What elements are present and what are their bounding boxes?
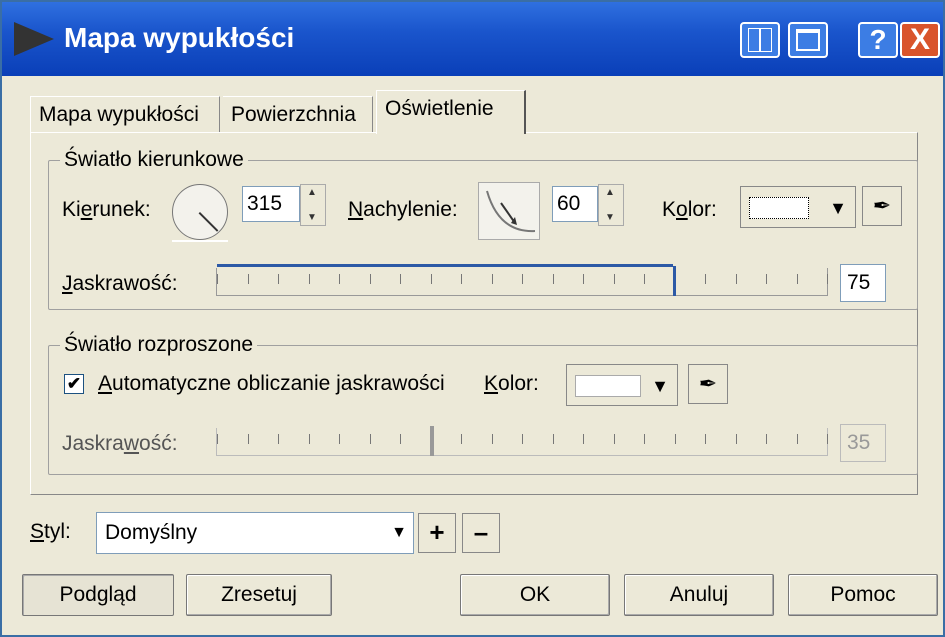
direction-spinner[interactable] xyxy=(300,184,326,226)
directional-brightness-thumb[interactable] xyxy=(673,266,676,296)
tilt-spinner[interactable] xyxy=(598,184,624,226)
slider-tick xyxy=(827,434,828,444)
direction-dial-underline xyxy=(172,240,228,242)
slider-tick xyxy=(217,274,218,284)
close-button[interactable]: X xyxy=(900,22,940,58)
slider-tick xyxy=(339,274,340,284)
ok-button[interactable]: OK xyxy=(460,574,610,616)
slider-tick xyxy=(735,434,737,444)
slider-tick xyxy=(522,434,523,444)
slider-tick xyxy=(247,274,249,284)
slider-tick xyxy=(400,274,401,284)
diffuse-brightness-value: 35 xyxy=(840,424,886,462)
direction-label: Kierunek: xyxy=(62,198,151,221)
slider-tick xyxy=(583,434,584,444)
slider-tick xyxy=(552,434,554,444)
diffuse-light-legend: Światło rozproszone xyxy=(60,333,258,357)
slider-tick xyxy=(369,434,371,444)
slider-tick xyxy=(247,434,249,444)
directional-brightness-ticks xyxy=(217,274,828,284)
style-selected-value: Domyślny xyxy=(105,521,198,544)
slider-tick xyxy=(400,434,401,444)
auto-brightness-checkbox[interactable]: ✔ xyxy=(64,374,84,394)
help-button[interactable]: ? xyxy=(858,22,898,58)
help-dialog-button[interactable]: Pomoc xyxy=(788,574,938,616)
slider-tick xyxy=(430,274,432,284)
cancel-button[interactable]: Anuluj xyxy=(624,574,774,616)
slider-tick xyxy=(796,434,798,444)
slider-tick xyxy=(278,274,279,284)
style-label: Styl: xyxy=(30,520,71,543)
diffuse-brightness-slider[interactable] xyxy=(216,426,828,456)
directional-brightness-value[interactable]: 75 xyxy=(840,264,886,302)
slider-tick xyxy=(339,434,340,444)
slider-tick xyxy=(674,434,676,444)
diffuse-color-dropdown[interactable]: ▼ xyxy=(566,364,678,406)
slider-tick xyxy=(766,274,767,284)
add-style-button[interactable]: + xyxy=(418,513,456,553)
slider-tick xyxy=(644,274,645,284)
slider-tick xyxy=(308,274,310,284)
slider-tick xyxy=(827,274,828,284)
preview-button[interactable]: Podgląd xyxy=(22,574,174,616)
slider-tick xyxy=(613,434,615,444)
slider-tick xyxy=(766,434,767,444)
direction-input[interactable]: 315 xyxy=(242,186,300,222)
chevron-down-icon: ▼ xyxy=(391,524,407,541)
slider-tick xyxy=(461,274,462,284)
auto-brightness-label: Automatyczne obliczanie jaskrawości xyxy=(98,372,445,395)
tilt-label: Nachylenie: xyxy=(348,198,458,221)
slider-tick xyxy=(552,274,554,284)
eyedropper-icon[interactable]: ✒ xyxy=(862,186,902,226)
directional-color-dropdown[interactable]: ▼ xyxy=(740,186,856,228)
directional-brightness-fill xyxy=(217,264,673,267)
directional-brightness-slider[interactable] xyxy=(216,264,828,296)
diffuse-brightness-ticks xyxy=(217,434,828,444)
diffuse-brightness-thumb[interactable] xyxy=(429,426,434,456)
tab-lighting[interactable]: Oświetlenie xyxy=(376,90,526,134)
directional-color-label: Kolor: xyxy=(662,198,717,221)
slider-tick xyxy=(583,274,584,284)
slider-tick xyxy=(308,434,310,444)
slider-tick xyxy=(705,274,706,284)
diffuse-brightness-label: Jaskrawość: xyxy=(62,432,178,455)
diffuse-color-label: Kolor: xyxy=(484,372,539,395)
chevron-down-icon: ▼ xyxy=(829,198,847,218)
slider-tick xyxy=(491,434,493,444)
reset-button[interactable]: Zresetuj xyxy=(186,574,332,616)
direction-dial[interactable] xyxy=(172,184,228,240)
directional-color-swatch xyxy=(749,197,809,219)
style-select[interactable]: Domyślny ▼ xyxy=(96,512,414,554)
slider-tick xyxy=(735,274,737,284)
slider-tick xyxy=(461,434,462,444)
slider-tick xyxy=(613,274,615,284)
title-bar: Mapa wypukłości ? X xyxy=(2,2,943,76)
slider-tick xyxy=(796,274,798,284)
slider-tick xyxy=(705,434,706,444)
split-view-icon[interactable] xyxy=(740,22,780,58)
slider-tick xyxy=(491,274,493,284)
slider-tick xyxy=(278,434,279,444)
tab-bump-map[interactable]: Mapa wypukłości xyxy=(30,96,220,132)
maximize-icon[interactable] xyxy=(788,22,828,58)
slider-tick xyxy=(217,434,218,444)
tab-surface[interactable]: Powierzchnia xyxy=(223,96,373,132)
chevron-down-icon: ▼ xyxy=(651,376,669,396)
tilt-arc-icon[interactable] xyxy=(478,182,540,240)
eyedropper-icon[interactable]: ✒ xyxy=(688,364,728,404)
slider-tick xyxy=(644,434,645,444)
remove-style-button[interactable]: – xyxy=(462,513,500,553)
tilt-input[interactable]: 60 xyxy=(552,186,598,222)
directional-brightness-label: Jaskrawość: xyxy=(62,272,178,295)
directional-light-legend: Światło kierunkowe xyxy=(60,148,248,172)
slider-tick xyxy=(522,274,523,284)
slider-tick xyxy=(369,274,371,284)
app-icon xyxy=(14,22,54,56)
window-title: Mapa wypukłości xyxy=(64,22,295,53)
diffuse-color-swatch xyxy=(575,375,641,397)
